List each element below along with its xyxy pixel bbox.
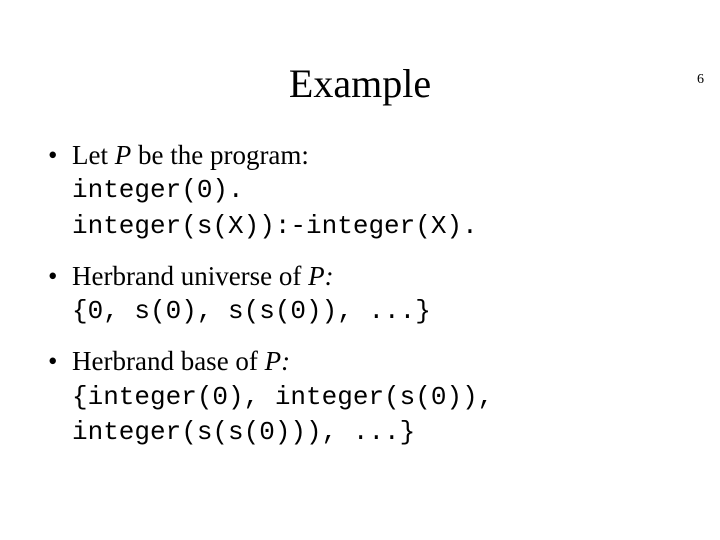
- bullet-lead-post: be the program:: [131, 140, 309, 170]
- bullet-lead-pre: Let: [72, 140, 115, 170]
- bullet-lead-var: P: [115, 140, 132, 170]
- bullet-item: Let P be the program: integer(0). intege…: [40, 137, 680, 244]
- bullet-lead-pre: Herbrand base of: [72, 346, 265, 376]
- bullet-lead-post: :: [281, 346, 290, 376]
- bullet-lead-var: P: [265, 346, 282, 376]
- bullet-item: Herbrand universe of P: {0, s(0), s(s(0)…: [40, 258, 680, 330]
- code-line: integer(0).: [72, 173, 680, 208]
- bullet-lead-var: P: [308, 261, 325, 291]
- page-number: 6: [697, 72, 704, 88]
- code-line: {0, s(0), s(s(0)), ...}: [72, 294, 680, 329]
- slide-content: Let P be the program: integer(0). intege…: [0, 137, 720, 450]
- slide: 6 Example Let P be the program: integer(…: [0, 60, 720, 540]
- bullet-item: Herbrand base of P: {integer(0), integer…: [40, 343, 680, 450]
- bullet-list: Let P be the program: integer(0). intege…: [40, 137, 680, 450]
- code-line: integer(s(s(0))), ...}: [72, 415, 680, 450]
- code-line: integer(s(X)):-integer(X).: [72, 209, 680, 244]
- code-line: {integer(0), integer(s(0)),: [72, 380, 680, 415]
- bullet-lead-pre: Herbrand universe of: [72, 261, 308, 291]
- bullet-lead-post: :: [325, 261, 334, 291]
- slide-title: Example: [0, 60, 720, 107]
